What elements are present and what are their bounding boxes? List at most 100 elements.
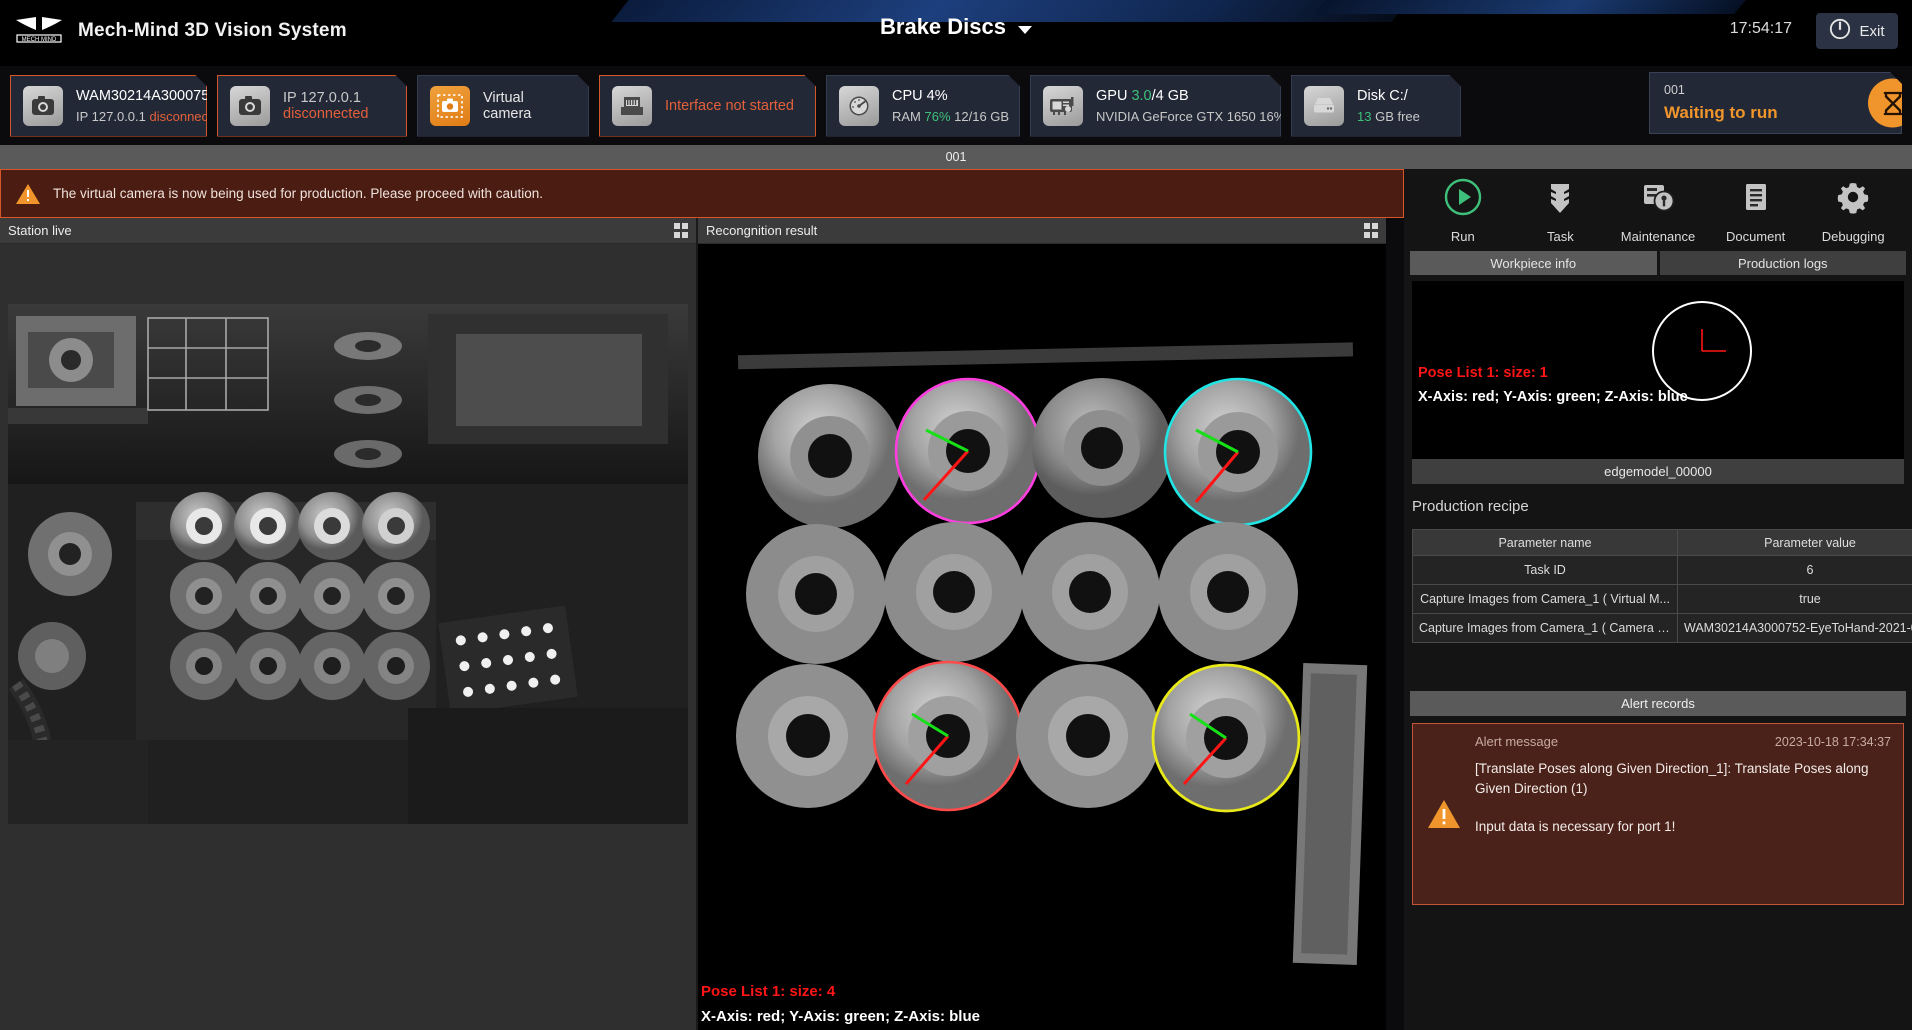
- station-live-panel: Station live: [0, 218, 698, 1030]
- table-row[interactable]: Task ID 6: [1412, 555, 1912, 585]
- tab-001[interactable]: 001: [946, 150, 967, 164]
- station-live-title: Station live: [8, 223, 72, 238]
- status-card-camera-secondary[interactable]: IP 127.0.0.1 disconnected: [217, 75, 407, 137]
- table-row[interactable]: Capture Images from Camera_1 ( Camera C.…: [1412, 613, 1912, 643]
- column-parameter-name: Parameter name: [1412, 529, 1678, 556]
- table-row[interactable]: Capture Images from Camera_1 ( Virtual M…: [1412, 584, 1912, 614]
- gpu-memory: GPU 3.0/4 GB: [1096, 88, 1285, 104]
- gpu-card-icon: [1043, 86, 1083, 126]
- svg-text:MECH MIND: MECH MIND: [22, 37, 57, 43]
- camera2-ip: IP 127.0.0.1: [283, 89, 361, 106]
- camera-status: disconnected: [149, 108, 227, 124]
- ram-amount: 12/16 GB: [950, 108, 1010, 124]
- tab-workpiece-info[interactable]: Workpiece info: [1410, 251, 1657, 275]
- alert-record-item[interactable]: Alert message 2023-10-18 17:34:37 [Trans…: [1412, 723, 1904, 905]
- status-card-interface[interactable]: Interface not started: [599, 75, 816, 137]
- gpu-total: /4 GB: [1151, 87, 1189, 104]
- exit-button[interactable]: Exit: [1816, 13, 1898, 49]
- alert-records-header[interactable]: Alert records: [1410, 691, 1906, 716]
- cell-parameter-name: Task ID: [1412, 555, 1678, 585]
- screw-icon: [1540, 177, 1580, 222]
- disk-icon: [1304, 86, 1344, 126]
- tool-maintenance-label: Maintenance: [1620, 229, 1696, 244]
- recognition-result-title: Recongnition result: [706, 223, 818, 238]
- cell-parameter-value: true: [1677, 584, 1912, 614]
- pose-list-label: Pose List 1: size: 4: [701, 983, 836, 1000]
- cell-parameter-value: 6: [1677, 555, 1912, 585]
- cell-parameter-name: Capture Images from Camera_1 ( Camera C.…: [1412, 613, 1678, 643]
- disk-label: Disk C:/: [1357, 87, 1408, 104]
- status-card-cpu[interactable]: CPU 4% RAM 76% 12/16 GB: [826, 75, 1020, 137]
- tool-run-label: Run: [1450, 229, 1475, 244]
- tool-debugging[interactable]: Debugging: [1812, 177, 1894, 244]
- recognition-result-panel: Recongnition result Pose List 1: size: 4…: [698, 218, 1386, 1030]
- alert-record-content: Alert message 2023-10-18 17:34:37 [Trans…: [1475, 734, 1891, 894]
- status-card-gpu[interactable]: GPU 3.0/4 GB NVIDIA GeForce GTX 1650 16%: [1030, 75, 1281, 137]
- clock: 17:54:17: [1729, 20, 1792, 37]
- tab-production-logs[interactable]: Production logs: [1659, 251, 1906, 275]
- tool-document[interactable]: Document: [1715, 177, 1797, 244]
- maintenance-wrench-icon: [1638, 177, 1678, 222]
- grid-layout-icon[interactable]: [1363, 223, 1378, 238]
- play-circle-icon: [1443, 177, 1483, 222]
- header-decoration-2: [1314, 0, 1746, 14]
- workpiece-model-name: edgemodel_00000: [1412, 459, 1904, 484]
- run-status-state: Waiting to run: [1664, 103, 1778, 122]
- brand-logo: MECH MIND Mech-Mind 3D Vision System: [14, 14, 347, 48]
- interface-status: Interface not started: [665, 97, 794, 114]
- virtual-camera-icon: [430, 86, 470, 126]
- alert-message-label: Alert message: [1475, 734, 1559, 749]
- tool-maintenance[interactable]: Maintenance: [1617, 177, 1699, 244]
- recognition-result-body[interactable]: Pose List 1: size: 4 X-Axis: red; Y-Axis…: [698, 244, 1386, 1030]
- gpu-used: 3.0: [1131, 87, 1152, 104]
- tool-task[interactable]: Task: [1519, 177, 1601, 244]
- tool-run[interactable]: Run: [1422, 177, 1504, 244]
- cpu-usage: CPU 4%: [892, 87, 948, 104]
- alert-message-body: [Translate Poses along Given Direction_1…: [1475, 761, 1869, 796]
- tool-document-label: Document: [1725, 229, 1786, 244]
- status-card-row: WAM30214A3000752 IP 127.0.0.1 disconnect…: [0, 66, 1912, 145]
- camera2-status: disconnected: [283, 105, 369, 122]
- camera-ip: IP 127.0.0.1: [76, 108, 150, 124]
- production-recipe-title: Production recipe: [1412, 498, 1529, 515]
- run-status-id: 001: [1664, 83, 1685, 97]
- application-root: MECH MIND Mech-Mind 3D Vision System Bra…: [0, 0, 1912, 1030]
- gear-icon: [1833, 177, 1873, 222]
- cell-parameter-value: WAM30214A3000752-EyeToHand-2021-05-...: [1677, 613, 1912, 643]
- station-live-header: Station live: [0, 218, 696, 244]
- alert-message-detail: Input data is necessary for port 1!: [1475, 819, 1676, 834]
- project-title-selector[interactable]: Brake Discs: [880, 14, 1032, 40]
- ram-percent: 76%: [924, 108, 951, 124]
- ram-label: RAM: [892, 108, 925, 124]
- tool-bar: Run Task Maintenance Document Debugging: [1404, 169, 1912, 249]
- status-card-virtual-camera[interactable]: Virtual camera: [417, 75, 589, 137]
- station-live-image: [8, 304, 688, 824]
- tool-task-label: Task: [1547, 229, 1574, 244]
- ram-usage: RAM 76% 12/16 GB: [892, 109, 1009, 124]
- station-live-body[interactable]: [0, 244, 696, 1030]
- exit-label: Exit: [1859, 22, 1885, 40]
- workpiece-preview[interactable]: Pose List 1: size: 1 X-Axis: red; Y-Axis…: [1412, 281, 1904, 459]
- warning-banner: The virtual camera is now being used for…: [0, 169, 1404, 218]
- ethernet-icon: [612, 86, 652, 126]
- gauge-icon: [839, 86, 879, 126]
- gpu-model: NVIDIA GeForce GTX 1650 16%: [1096, 108, 1286, 124]
- status-card-disk[interactable]: Disk C:/ 13 GB free: [1291, 75, 1461, 137]
- cell-parameter-name: Capture Images from Camera_1 ( Virtual M…: [1412, 584, 1678, 614]
- grid-layout-icon[interactable]: [673, 223, 688, 238]
- app-title: Mech-Mind 3D Vision System: [78, 20, 347, 41]
- run-status-card[interactable]: 001 Waiting to run: [1649, 72, 1902, 134]
- warning-triangle-icon: [1425, 734, 1463, 894]
- right-sidebar: Run Task Maintenance Document Debugging …: [1404, 169, 1912, 1030]
- alert-timestamp: 2023-10-18 17:34:37: [1774, 734, 1891, 749]
- chevron-down-icon[interactable]: [1017, 25, 1032, 34]
- status-card-camera-main[interactable]: WAM30214A3000752 IP 127.0.0.1 disconnect…: [10, 75, 207, 137]
- project-tab-strip[interactable]: 001: [0, 145, 1912, 169]
- warning-message: The virtual camera is now being used for…: [53, 186, 544, 201]
- top-bar: MECH MIND Mech-Mind 3D Vision System Bra…: [0, 0, 1912, 66]
- info-tab-group: Workpiece info Production logs: [1410, 251, 1906, 275]
- project-title: Brake Discs: [880, 14, 1006, 39]
- disk-free: 13 GB free: [1357, 109, 1420, 124]
- gpu-label: GPU: [1096, 87, 1132, 104]
- recognition-image: [698, 244, 1386, 1030]
